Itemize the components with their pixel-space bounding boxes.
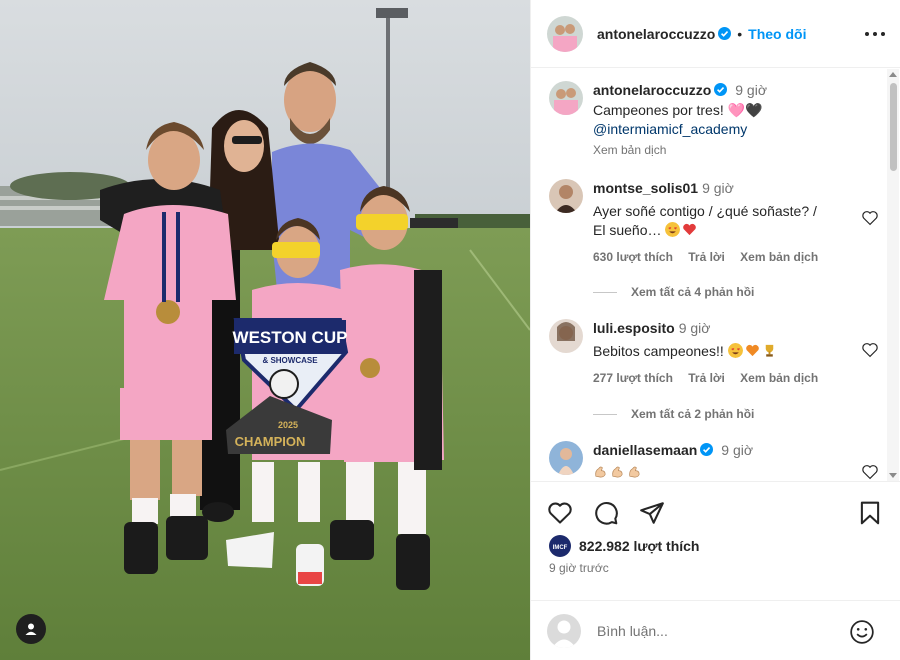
verified-badge-icon: [718, 27, 732, 40]
author-avatar[interactable]: [549, 81, 583, 115]
comment-text: Ayer soñé contigo / ¿qué soñaste? /: [593, 203, 817, 219]
starstruck-emoji-icon: [727, 343, 743, 358]
flexed-biceps-emoji-icon: [612, 466, 623, 478]
comment-icon[interactable]: [593, 500, 619, 526]
comment-username[interactable]: daniellasemaan: [593, 442, 697, 458]
see-translation-link[interactable]: Xem bản dịch: [740, 371, 818, 385]
user-tag-icon: [25, 623, 37, 635]
see-translation-link[interactable]: Xem bản dịch: [740, 250, 818, 264]
follow-button[interactable]: Theo dõi: [748, 26, 806, 42]
verified-badge-icon: [700, 443, 714, 456]
comment-likes[interactable]: 277 lượt thích: [593, 371, 673, 385]
post-actions: IMCF 822.982 lượt thích 9 giờ trước: [531, 481, 900, 660]
view-replies-label: Xem tất cả 2 phản hồi: [631, 407, 755, 421]
share-icon[interactable]: [639, 500, 665, 526]
heart-icon[interactable]: [861, 209, 879, 227]
view-replies-label: Xem tất cả 4 phản hồi: [631, 285, 755, 299]
view-replies-button[interactable]: Xem tất cả 4 phản hồi: [593, 285, 754, 299]
comment-likes[interactable]: 630 lượt thích: [593, 250, 673, 264]
see-translation-link[interactable]: Xem bản dịch: [593, 141, 855, 160]
heart-icon[interactable]: [547, 500, 573, 526]
author-avatar[interactable]: [547, 15, 583, 52]
commenter-avatar[interactable]: [549, 319, 583, 353]
svg-text:IMCF: IMCF: [553, 545, 568, 551]
orange-heart-emoji-icon: [745, 344, 759, 357]
separator-dot: •: [737, 25, 743, 42]
banner-title: WESTON CUP: [233, 328, 348, 347]
caption-time[interactable]: 9 giờ: [735, 82, 767, 98]
heart-icon[interactable]: [861, 341, 879, 359]
likes-summary[interactable]: IMCF 822.982 lượt thích: [549, 535, 699, 557]
heart-icon[interactable]: [861, 463, 879, 481]
verified-badge-icon: [714, 83, 728, 96]
comment-time[interactable]: 9 giờ: [679, 320, 711, 336]
comments-scrollbar[interactable]: [887, 69, 899, 481]
commenter-avatar[interactable]: [549, 441, 583, 475]
scroll-down-arrow[interactable]: [889, 473, 897, 478]
banner-champion: CHAMPION: [235, 434, 306, 449]
comments-list[interactable]: antonelaroccuzzo 9 giờ Campeones por tres…: [531, 69, 900, 481]
comment-text-cont: El sueño…: [593, 222, 662, 238]
tagged-users-button[interactable]: [16, 614, 46, 644]
current-user-avatar: [547, 614, 581, 648]
comment-username[interactable]: luli.esposito: [593, 320, 675, 336]
commenter-avatar[interactable]: [549, 179, 583, 213]
caption-mention-link[interactable]: @intermiamicf_academy: [593, 120, 855, 139]
comment-input[interactable]: [597, 623, 837, 639]
caption-text: Campeones por tres! 🩷🖤: [593, 102, 763, 118]
view-replies-button[interactable]: Xem tất cả 2 phản hồi: [593, 407, 754, 421]
red-heart-emoji-icon: [683, 223, 697, 236]
post-photo[interactable]: WESTON CUP & SHOWCASE 2025 CHAMPION: [0, 0, 530, 660]
caption-username[interactable]: antonelaroccuzzo: [593, 82, 711, 98]
liker-avatar: IMCF: [549, 535, 571, 557]
post-photo-image: WESTON CUP & SHOWCASE 2025 CHAMPION: [0, 0, 530, 660]
scroll-up-arrow[interactable]: [889, 72, 897, 77]
post-header: antonelaroccuzzo • Theo dõi: [531, 0, 900, 68]
flexed-biceps-emoji-icon: [629, 466, 640, 478]
post-detail-panel: antonelaroccuzzo • Theo dõi antonelarocc…: [530, 0, 900, 660]
action-bar: [547, 500, 885, 526]
reply-button[interactable]: Trả lời: [688, 371, 725, 385]
more-options-button[interactable]: [863, 24, 887, 44]
author-username[interactable]: antonelaroccuzzo: [597, 26, 715, 42]
trophy-emoji-icon: [765, 344, 773, 357]
post-timestamp[interactable]: 9 giờ trước: [549, 561, 609, 575]
likes-count[interactable]: 822.982 lượt thích: [579, 538, 699, 554]
bookmark-icon[interactable]: [857, 500, 883, 526]
scrollbar-thumb[interactable]: [890, 83, 897, 171]
banner-subtitle: & SHOWCASE: [262, 356, 318, 365]
starstruck-emoji-icon: [665, 222, 681, 237]
reply-button[interactable]: Trả lời: [688, 250, 725, 264]
comment-time[interactable]: 9 giờ: [702, 180, 734, 196]
flexed-biceps-emoji-icon: [595, 466, 606, 478]
comment-text: Bebitos campeones!!: [593, 343, 724, 359]
comment-time[interactable]: 9 giờ: [721, 442, 753, 458]
comment-composer: [531, 600, 900, 660]
smiley-icon[interactable]: [849, 619, 875, 645]
comment-text: [593, 463, 855, 481]
more-icon: [865, 32, 869, 36]
comment-username[interactable]: montse_solis01: [593, 180, 698, 196]
banner-year: 2025: [278, 420, 298, 430]
